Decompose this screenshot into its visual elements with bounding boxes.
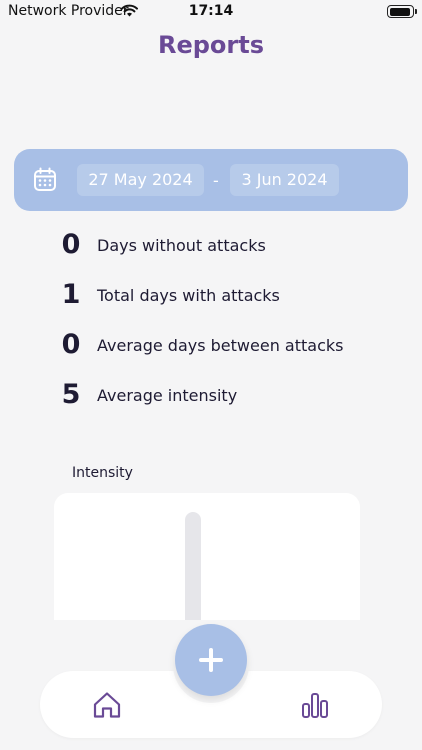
status-bar: Network Provider 17:14 (0, 0, 422, 24)
stat-value: 0 (61, 329, 81, 360)
stat-value: 5 (61, 379, 81, 410)
home-icon[interactable] (91, 689, 123, 721)
end-date-button[interactable]: 3 Jun 2024 (230, 164, 339, 196)
date-separator: - (213, 171, 219, 190)
intensity-bar-track (185, 512, 201, 620)
bar-chart-icon[interactable] (299, 689, 331, 721)
intensity-section-label: Intensity (72, 465, 133, 481)
stat-average-days-between-attacks: 0 Average days between attacks (0, 325, 422, 365)
stat-value: 1 (61, 279, 81, 310)
battery-icon (387, 5, 417, 18)
start-date-button[interactable]: 27 May 2024 (77, 164, 204, 196)
intensity-chart (54, 493, 360, 620)
page-title: Reports (157, 31, 265, 59)
date-range-selector: 27 May 2024 - 3 Jun 2024 (14, 149, 408, 211)
stat-average-intensity: 5 Average intensity (0, 375, 422, 415)
stat-label: Days without attacks (97, 236, 266, 255)
add-entry-button[interactable] (175, 624, 247, 696)
stat-label: Average intensity (97, 386, 238, 405)
stat-days-without-attacks: 0 Days without attacks (0, 225, 422, 265)
stat-label: Total days with attacks (97, 286, 280, 305)
stat-total-days-with-attacks: 1 Total days with attacks (0, 275, 422, 315)
reports-screen: Network Provider 17:14 Reports 27 May 20… (0, 0, 422, 750)
stat-value: 0 (61, 229, 81, 260)
status-time: 17:14 (188, 3, 234, 19)
calendar-icon[interactable] (33, 167, 57, 192)
stat-label: Average days between attacks (97, 336, 344, 355)
